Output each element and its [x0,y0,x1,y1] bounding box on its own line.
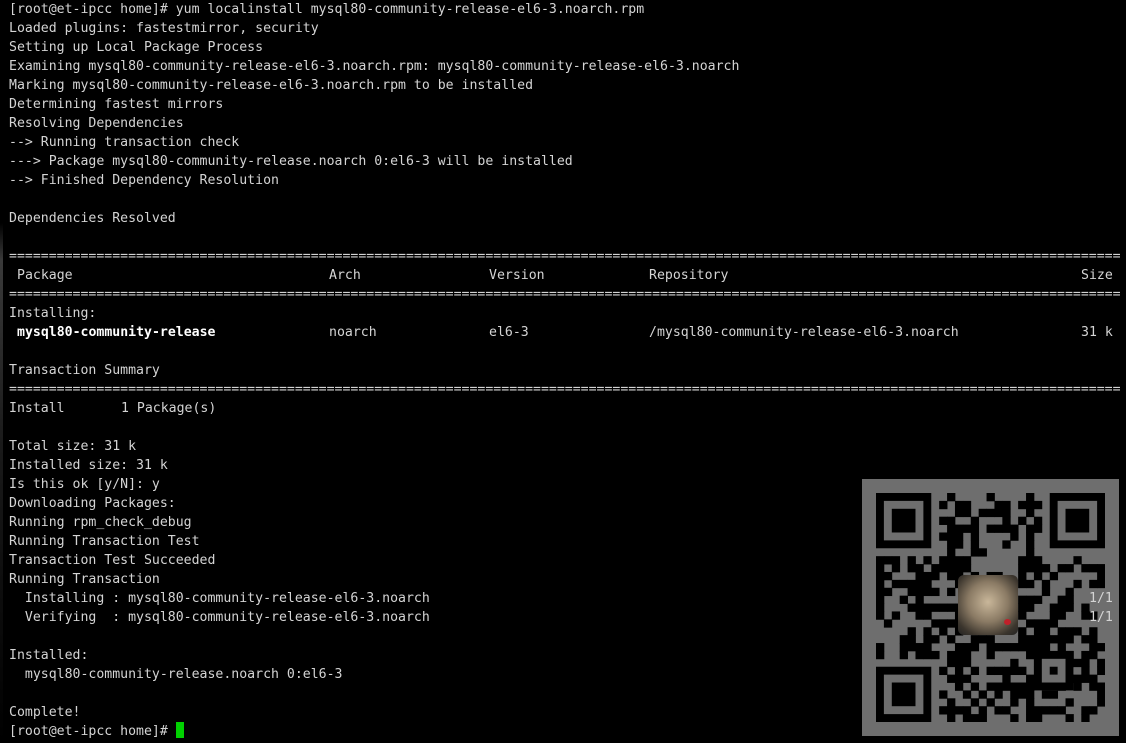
progress-action: Verifying : mysql80-community-release-el… [9,610,430,625]
section-label: Installing: [9,306,97,321]
output-line: Marking mysql80-community-release-el6-3.… [9,78,534,93]
row-repository: /mysql80-community-release-el6-3.noarch [649,325,959,340]
installed-label: Installed: [9,648,89,663]
row-package: mysql80-community-release [17,325,216,340]
text-cursor [175,722,184,738]
output-line: --> Finished Dependency Resolution [9,173,279,188]
complete-message: Complete! [9,705,81,720]
output-line: Resolving Dependencies [9,116,184,131]
summary-install-value: 1 Package(s) [121,401,217,416]
summary-install-label: Install [9,401,65,416]
pug-avatar-icon [958,575,1018,635]
prompt-line[interactable]: [root@et-ipcc home]# [9,722,184,741]
table-rule: ========================================… [9,249,1121,264]
header-size: Size [1081,268,1113,283]
output-line: Running rpm_check_debug [9,515,192,530]
output-line: Running Transaction [9,572,160,587]
output-line: Running Transaction Test [9,534,200,549]
output-line: Loaded plugins: fastestmirror, security [9,21,319,36]
output-line: ---> Package mysql80-community-release.n… [9,154,573,169]
output-line: Downloading Packages: [9,496,176,511]
row-version: el6-3 [489,325,529,340]
progress-count: 1/1 [1089,610,1113,625]
output-line: Dependencies Resolved [9,211,176,226]
progress-count: 1/1 [1089,591,1113,606]
output-line: --> Running transaction check [9,135,240,150]
table-rule: ========================================… [9,382,1121,397]
window-edge [0,0,3,743]
row-size: 31 k [1081,325,1113,340]
qr-code-overlay [862,479,1119,736]
output-line: Examining mysql80-community-release-el6-… [9,59,740,74]
output-line: Total size: 31 k [9,439,137,454]
output-line: Determining fastest mirrors [9,97,224,112]
installed-item: mysql80-community-release.noarch 0:el6-3 [9,667,343,682]
shell-prompt: [root@et-ipcc home]# [9,724,176,739]
progress-action: Installing : mysql80-community-release-e… [9,591,430,606]
output-line: Setting up Local Package Process [9,40,264,55]
header-arch: Arch [329,268,361,283]
summary-title: Transaction Summary [9,363,160,378]
output-line: Transaction Test Succeeded [9,553,216,568]
header-repository: Repository [649,268,729,283]
command-line: [root@et-ipcc home]# yum localinstall my… [9,2,645,17]
header-version: Version [489,268,545,283]
row-arch: noarch [329,325,377,340]
output-line: Is this ok [y/N]: y [9,477,160,492]
header-package: Package [17,268,73,283]
table-rule: ========================================… [9,287,1121,302]
output-line: Installed size: 31 k [9,458,168,473]
terminal-window[interactable]: [root@et-ipcc home]# yum localinstall my… [0,0,1126,743]
